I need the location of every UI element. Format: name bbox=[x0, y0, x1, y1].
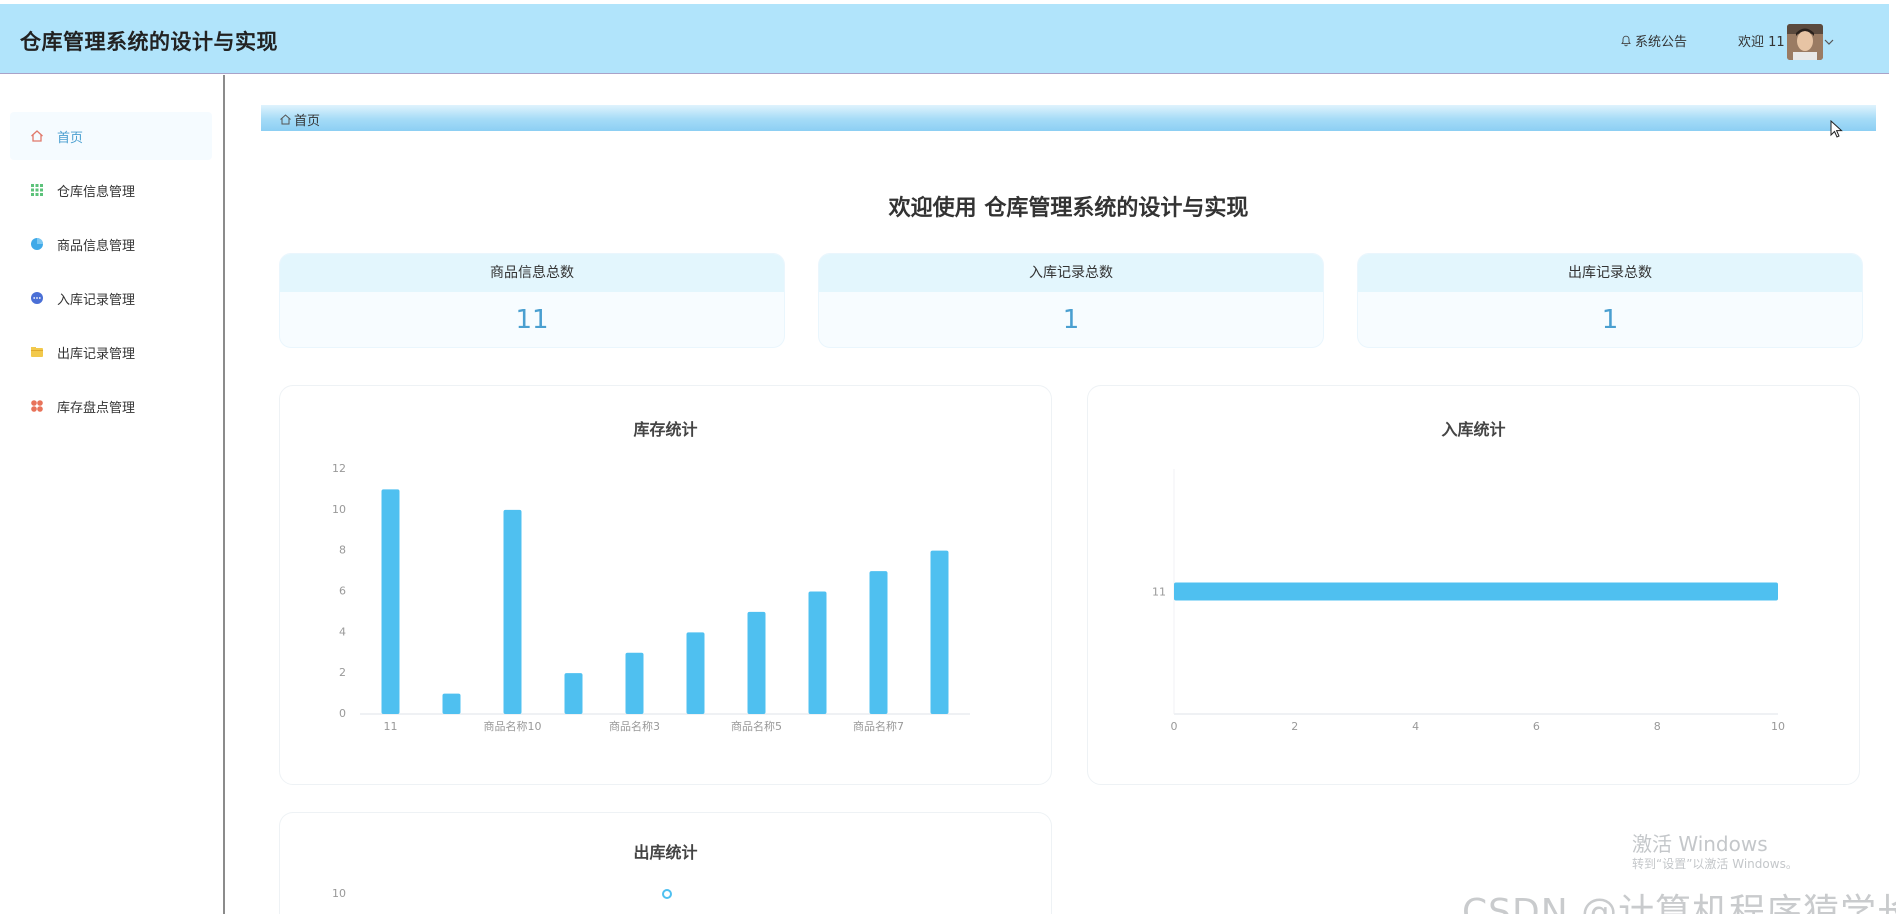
sidebar-item-outbound[interactable]: 出库记录管理 bbox=[10, 328, 212, 376]
avatar[interactable] bbox=[1787, 24, 1823, 60]
breadcrumb-home-label: 首页 bbox=[294, 114, 321, 129]
chart-card-inbound: 入库统计 0 2 4 6 8 10 11 bbox=[1087, 385, 1860, 785]
pie-icon bbox=[31, 238, 43, 250]
x-tick-label: 8 bbox=[1654, 720, 1661, 733]
stat-card-value: 11 bbox=[515, 305, 549, 335]
y-tick-label: 6 bbox=[339, 585, 346, 598]
sidebar-item-inventory[interactable]: 库存盘点管理 bbox=[10, 382, 212, 430]
x-tick-label: 10 bbox=[1771, 720, 1785, 733]
sidebar: 首页 仓库信息管理 商品信息管理 入库记录管理 出库记录管理 库存盘点管理 bbox=[0, 75, 225, 914]
bar bbox=[442, 693, 461, 714]
sidebar-item-label: 入库记录管理 bbox=[57, 292, 136, 308]
chart-card-outbound: 出库统计 10 bbox=[279, 812, 1052, 914]
bar bbox=[381, 489, 400, 714]
system-notice-link[interactable]: 系统公告 bbox=[1620, 31, 1687, 50]
y-tick-label: 2 bbox=[339, 666, 346, 679]
csdn-watermark: CSDN @计算机程序猿学长 bbox=[1462, 892, 1896, 914]
line-point bbox=[662, 889, 672, 899]
sidebar-item-label: 仓库信息管理 bbox=[57, 184, 136, 200]
dots-icon bbox=[31, 292, 43, 304]
stat-card-value: 1 bbox=[1601, 305, 1619, 335]
app-title: 仓库管理系统的设计与实现 bbox=[20, 30, 278, 54]
sidebar-item-home[interactable]: 首页 bbox=[10, 112, 212, 160]
mouse-cursor-icon bbox=[1830, 120, 1843, 138]
home-icon bbox=[280, 114, 291, 125]
y-tick-label: 4 bbox=[339, 625, 346, 638]
stat-card-label: 入库记录总数 bbox=[819, 254, 1323, 292]
bar bbox=[625, 652, 644, 714]
windows-activation-watermark: 激活 Windows bbox=[1632, 832, 1768, 856]
x-tick-label: 0 bbox=[1171, 720, 1178, 733]
bar bbox=[930, 550, 949, 714]
x-tick-label: 商品名称5 bbox=[731, 719, 782, 733]
x-tick-label: 11 bbox=[384, 720, 398, 733]
bar bbox=[503, 509, 522, 714]
stat-card-goods: 商品信息总数 11 bbox=[279, 253, 785, 348]
y-tick-label: 11 bbox=[1152, 586, 1166, 599]
folder-icon bbox=[31, 347, 43, 357]
bar bbox=[686, 632, 705, 714]
sidebar-item-warehouse[interactable]: 仓库信息管理 bbox=[10, 166, 212, 214]
welcome-heading: 欢迎使用 仓库管理系统的设计与实现 bbox=[888, 196, 1249, 221]
y-tick-label: 10 bbox=[332, 503, 346, 516]
welcome-user-label: 欢迎 11 bbox=[1738, 35, 1785, 50]
stat-card-outbound: 出库记录总数 1 bbox=[1357, 253, 1863, 348]
stat-card-label: 出库记录总数 bbox=[1358, 254, 1862, 292]
bar bbox=[747, 611, 766, 714]
chevron-down-icon[interactable] bbox=[1824, 37, 1834, 47]
bell-icon bbox=[1621, 35, 1631, 46]
y-tick-label: 0 bbox=[339, 707, 346, 720]
x-tick-label: 4 bbox=[1412, 720, 1419, 733]
system-notice-label: 系统公告 bbox=[1635, 35, 1688, 50]
sidebar-item-label: 商品信息管理 bbox=[57, 238, 136, 254]
avatar-image bbox=[1787, 24, 1823, 60]
y-tick-label: 10 bbox=[332, 887, 346, 900]
bar bbox=[869, 571, 888, 714]
grid-icon bbox=[31, 184, 43, 196]
bar bbox=[808, 591, 827, 714]
windows-activation-subtext: 转到“设置”以激活 Windows。 bbox=[1632, 857, 1798, 871]
x-tick-label: 6 bbox=[1533, 720, 1540, 733]
chart-outbound-svg: 10 bbox=[332, 887, 672, 900]
breadcrumb: 首页 bbox=[261, 105, 1876, 131]
x-tick-label: 商品名称3 bbox=[609, 719, 660, 733]
top-header: 仓库管理系统的设计与实现 系统公告 欢迎 11 bbox=[0, 4, 1889, 74]
home-icon bbox=[31, 130, 43, 142]
breadcrumb-home[interactable]: 首页 bbox=[279, 110, 320, 129]
sidebar-item-label: 出库记录管理 bbox=[57, 346, 136, 362]
sidebar-item-label: 库存盘点管理 bbox=[57, 400, 136, 416]
chart-card-stock: 库存统计 0 2 4 6 8 10 12 11 商品名称10 商品名称3 商品名称5 商品名称7 bbox=[279, 385, 1052, 785]
y-tick-label: 8 bbox=[339, 544, 346, 557]
x-tick-label: 商品名称10 bbox=[484, 719, 542, 733]
sidebar-item-goods[interactable]: 商品信息管理 bbox=[10, 220, 212, 268]
sidebar-item-inbound[interactable]: 入库记录管理 bbox=[10, 274, 212, 322]
chart-inbound-svg: 0 2 4 6 8 10 11 bbox=[1152, 469, 1785, 733]
bar bbox=[564, 673, 583, 714]
chart-stock-svg: 0 2 4 6 8 10 12 11 商品名称10 商品名称3 商品名称5 商品名称7 bbox=[332, 462, 970, 733]
bar bbox=[1174, 582, 1778, 601]
stat-card-label: 商品信息总数 bbox=[280, 254, 784, 292]
flower-icon bbox=[31, 400, 43, 412]
stat-card-inbound: 入库记录总数 1 bbox=[818, 253, 1324, 348]
x-tick-label: 2 bbox=[1291, 720, 1298, 733]
stat-card-value: 1 bbox=[1062, 305, 1080, 335]
x-tick-label: 商品名称7 bbox=[853, 719, 904, 733]
sidebar-item-label: 首页 bbox=[57, 130, 84, 146]
y-tick-label: 12 bbox=[332, 462, 346, 475]
